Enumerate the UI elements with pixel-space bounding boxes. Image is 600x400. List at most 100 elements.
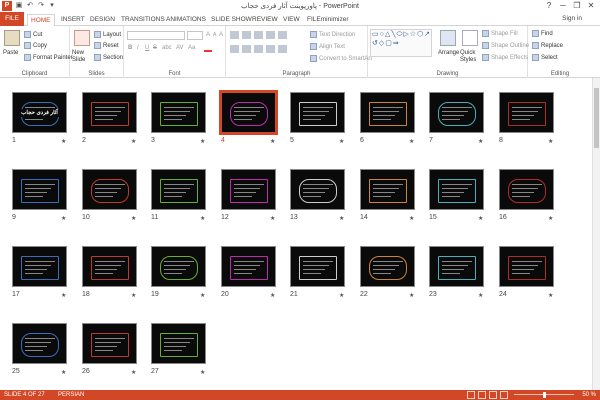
reading-view-icon[interactable] bbox=[489, 391, 497, 399]
transition-star-icon[interactable]: ★ bbox=[478, 215, 483, 222]
slide-thumbnail-18[interactable] bbox=[82, 246, 137, 287]
char-spacing-button[interactable]: AV bbox=[176, 45, 184, 51]
slide-thumbnail-21[interactable] bbox=[290, 246, 345, 287]
slide-thumbnail-26[interactable] bbox=[82, 323, 137, 364]
close-button[interactable]: ✕ bbox=[584, 0, 598, 11]
tab-view[interactable]: VIEW bbox=[280, 14, 303, 26]
slide-thumbnail-15[interactable] bbox=[429, 169, 484, 210]
font-name-combobox[interactable] bbox=[127, 31, 185, 40]
transition-star-icon[interactable]: ★ bbox=[548, 138, 553, 145]
transition-star-icon[interactable]: ★ bbox=[131, 215, 136, 222]
slide-thumbnail-6[interactable] bbox=[360, 92, 415, 133]
paste-icon[interactable] bbox=[4, 30, 20, 46]
transition-star-icon[interactable]: ★ bbox=[61, 292, 66, 299]
tab-transitions[interactable]: TRANSITIONS bbox=[118, 14, 168, 26]
replace-button[interactable]: Replace bbox=[532, 42, 563, 49]
shape-effects-button[interactable]: Shape Effects bbox=[482, 54, 528, 61]
slide-thumbnail-16[interactable] bbox=[499, 169, 554, 210]
transition-star-icon[interactable]: ★ bbox=[270, 138, 275, 145]
language-status[interactable]: PERSIAN bbox=[58, 390, 84, 400]
transition-star-icon[interactable]: ★ bbox=[61, 369, 66, 376]
slide-thumbnail-23[interactable] bbox=[429, 246, 484, 287]
tab-insert[interactable]: INSERT bbox=[58, 14, 88, 26]
transition-star-icon[interactable]: ★ bbox=[339, 292, 344, 299]
tab-animations[interactable]: ANIMATIONS bbox=[163, 14, 209, 26]
slide-thumbnail-10[interactable] bbox=[82, 169, 137, 210]
minimize-button[interactable]: ─ bbox=[556, 0, 570, 11]
quick-styles-icon[interactable] bbox=[462, 30, 478, 46]
transition-star-icon[interactable]: ★ bbox=[200, 292, 205, 299]
slide-thumbnail-4[interactable] bbox=[219, 90, 278, 135]
slide-thumbnail-17[interactable] bbox=[12, 246, 67, 287]
clear-format-button[interactable]: A bbox=[219, 32, 223, 38]
tab-slide-show[interactable]: SLIDE SHOW bbox=[208, 14, 255, 26]
transition-star-icon[interactable]: ★ bbox=[200, 369, 205, 376]
transition-star-icon[interactable]: ★ bbox=[131, 292, 136, 299]
paste-button[interactable]: Paste bbox=[3, 50, 18, 56]
slide-thumbnail-12[interactable] bbox=[221, 169, 276, 210]
slide-thumbnail-1[interactable]: آثار فردی حجاب bbox=[12, 92, 67, 133]
transition-star-icon[interactable]: ★ bbox=[548, 215, 553, 222]
shapes-gallery[interactable]: ▭○△╲⬭▷☆⬡↗{}↺◇▢⇒ bbox=[370, 29, 432, 57]
scrollbar-thumb[interactable] bbox=[594, 88, 599, 148]
transition-star-icon[interactable]: ★ bbox=[61, 138, 66, 145]
change-case-button[interactable]: Aa bbox=[188, 45, 195, 51]
underline-button[interactable]: U bbox=[145, 45, 149, 51]
help-button[interactable]: ? bbox=[542, 0, 556, 11]
cut-button[interactable]: Cut bbox=[24, 31, 42, 38]
font-size-combobox[interactable] bbox=[187, 31, 203, 40]
new-slide-icon[interactable] bbox=[74, 30, 90, 46]
normal-view-icon[interactable] bbox=[467, 391, 475, 399]
shrink-font-button[interactable]: A bbox=[213, 32, 216, 38]
transition-star-icon[interactable]: ★ bbox=[548, 292, 553, 299]
slide-thumbnail-13[interactable] bbox=[290, 169, 345, 210]
slideshow-view-icon[interactable] bbox=[500, 391, 508, 399]
text-direction-button[interactable]: Text Direction bbox=[310, 31, 355, 38]
reset-button[interactable]: Reset bbox=[94, 42, 119, 49]
slide-thumbnail-14[interactable] bbox=[360, 169, 415, 210]
section-button[interactable]: Section bbox=[94, 54, 123, 61]
transition-star-icon[interactable]: ★ bbox=[409, 138, 414, 145]
slide-thumbnail-19[interactable] bbox=[151, 246, 206, 287]
zoom-level[interactable]: 50 % bbox=[582, 390, 596, 400]
slide-sorter-view-icon[interactable] bbox=[478, 391, 486, 399]
alignment-buttons-icon[interactable] bbox=[230, 45, 290, 53]
transition-star-icon[interactable]: ★ bbox=[200, 138, 205, 145]
transition-star-icon[interactable]: ★ bbox=[61, 215, 66, 222]
select-button[interactable]: Select bbox=[532, 54, 558, 61]
tab-file[interactable]: FILE bbox=[0, 12, 24, 26]
sign-in-link[interactable]: Sign in bbox=[562, 15, 582, 22]
slide-thumbnail-22[interactable] bbox=[360, 246, 415, 287]
slide-thumbnail-2[interactable] bbox=[82, 92, 137, 133]
list-buttons-icon[interactable] bbox=[230, 31, 290, 39]
copy-button[interactable]: Copy bbox=[24, 42, 47, 49]
transition-star-icon[interactable]: ★ bbox=[339, 215, 344, 222]
slide-thumbnail-8[interactable] bbox=[499, 92, 554, 133]
transition-star-icon[interactable]: ★ bbox=[478, 138, 483, 145]
tab-fileminimizer[interactable]: FILEminimizer bbox=[304, 14, 352, 26]
tab-review[interactable]: REVIEW bbox=[249, 14, 281, 26]
convert-smartart-button[interactable]: Convert to SmartArt bbox=[310, 55, 372, 62]
transition-star-icon[interactable]: ★ bbox=[270, 215, 275, 222]
transition-star-icon[interactable]: ★ bbox=[409, 215, 414, 222]
italic-button[interactable]: I bbox=[137, 45, 139, 51]
find-button[interactable]: Find bbox=[532, 30, 553, 37]
transition-star-icon[interactable]: ★ bbox=[200, 215, 205, 222]
slide-thumbnail-20[interactable] bbox=[221, 246, 276, 287]
shape-outline-button[interactable]: Shape Outline bbox=[482, 42, 529, 49]
zoom-slider-handle[interactable] bbox=[543, 392, 546, 398]
grow-font-button[interactable]: A bbox=[206, 32, 210, 38]
slide-thumbnail-24[interactable] bbox=[499, 246, 554, 287]
transition-star-icon[interactable]: ★ bbox=[478, 292, 483, 299]
text-shadow-button[interactable]: abc bbox=[162, 45, 172, 51]
slide-thumbnail-27[interactable] bbox=[151, 323, 206, 364]
quick-styles-button[interactable]: Quick Styles bbox=[460, 50, 480, 64]
arrange-button[interactable]: Arrange bbox=[438, 50, 459, 56]
slide-thumbnail-3[interactable] bbox=[151, 92, 206, 133]
transition-star-icon[interactable]: ★ bbox=[409, 292, 414, 299]
slide-thumbnail-25[interactable] bbox=[12, 323, 67, 364]
transition-star-icon[interactable]: ★ bbox=[131, 138, 136, 145]
transition-star-icon[interactable]: ★ bbox=[131, 369, 136, 376]
arrange-icon[interactable] bbox=[440, 30, 456, 46]
shape-fill-button[interactable]: Shape Fill bbox=[482, 30, 518, 37]
